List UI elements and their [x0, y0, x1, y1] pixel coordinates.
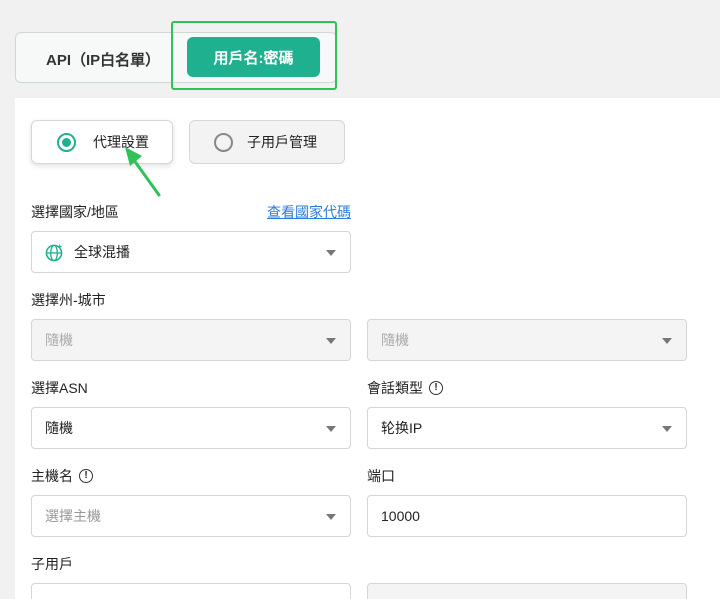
session-type-label: 會話類型 !: [367, 378, 443, 398]
tab-api-label: API（IP白名單）: [46, 52, 161, 69]
country-label: 選擇國家/地區: [31, 204, 119, 220]
port-value: 10000: [381, 508, 420, 524]
session-type-value: 轮换IP: [381, 420, 423, 436]
state-select[interactable]: 隨機: [31, 319, 351, 361]
hostname-placeholder: 選擇主機: [45, 508, 101, 524]
globe-icon: [45, 243, 63, 261]
chevron-down-icon: [326, 250, 336, 256]
info-icon[interactable]: !: [79, 469, 93, 483]
info-icon[interactable]: !: [429, 381, 443, 395]
radio-selected-icon: [57, 132, 76, 152]
country-value: 全球混播: [74, 244, 130, 260]
asn-label: 選擇ASN: [31, 380, 88, 396]
country-select[interactable]: 全球混播: [31, 231, 351, 273]
city-select[interactable]: 隨機: [367, 319, 687, 361]
chevron-down-icon: [662, 426, 672, 432]
city-value: 隨機: [381, 332, 409, 348]
asn-value: 隨機: [45, 420, 73, 436]
sub-user-select[interactable]: [31, 583, 351, 599]
country-codes-link[interactable]: 查看國家代碼: [267, 202, 351, 222]
sub-user-label: 子用戶: [31, 556, 73, 572]
port-label: 端口: [367, 468, 395, 484]
state-city-label: 選擇州-城市: [31, 292, 106, 308]
chevron-down-icon: [326, 338, 336, 344]
mode-sub-user-management[interactable]: 子用戶管理: [189, 120, 345, 164]
radio-unselected-icon: [214, 132, 233, 152]
session-type-select[interactable]: 轮换IP: [367, 407, 687, 449]
port-input[interactable]: 10000: [367, 495, 687, 537]
state-value: 隨機: [45, 332, 73, 348]
tab-username-password[interactable]: 用戶名:密碼: [187, 37, 320, 77]
hostname-label: 主機名 !: [31, 466, 93, 486]
mode-sub-user-label: 子用戶管理: [247, 134, 317, 150]
chevron-down-icon: [326, 426, 336, 432]
sub-user-secondary-field[interactable]: [367, 583, 687, 599]
asn-select[interactable]: 隨機: [31, 407, 351, 449]
pointer-arrow-icon: [125, 147, 161, 197]
hostname-select[interactable]: 選擇主機: [31, 495, 351, 537]
chevron-down-icon: [326, 514, 336, 520]
chevron-down-icon: [662, 338, 672, 344]
proxy-settings-panel: 代理設置 子用戶管理 選擇國家/地區 查看國家代碼 全球混播 選擇州-城市 隨機…: [15, 98, 720, 599]
